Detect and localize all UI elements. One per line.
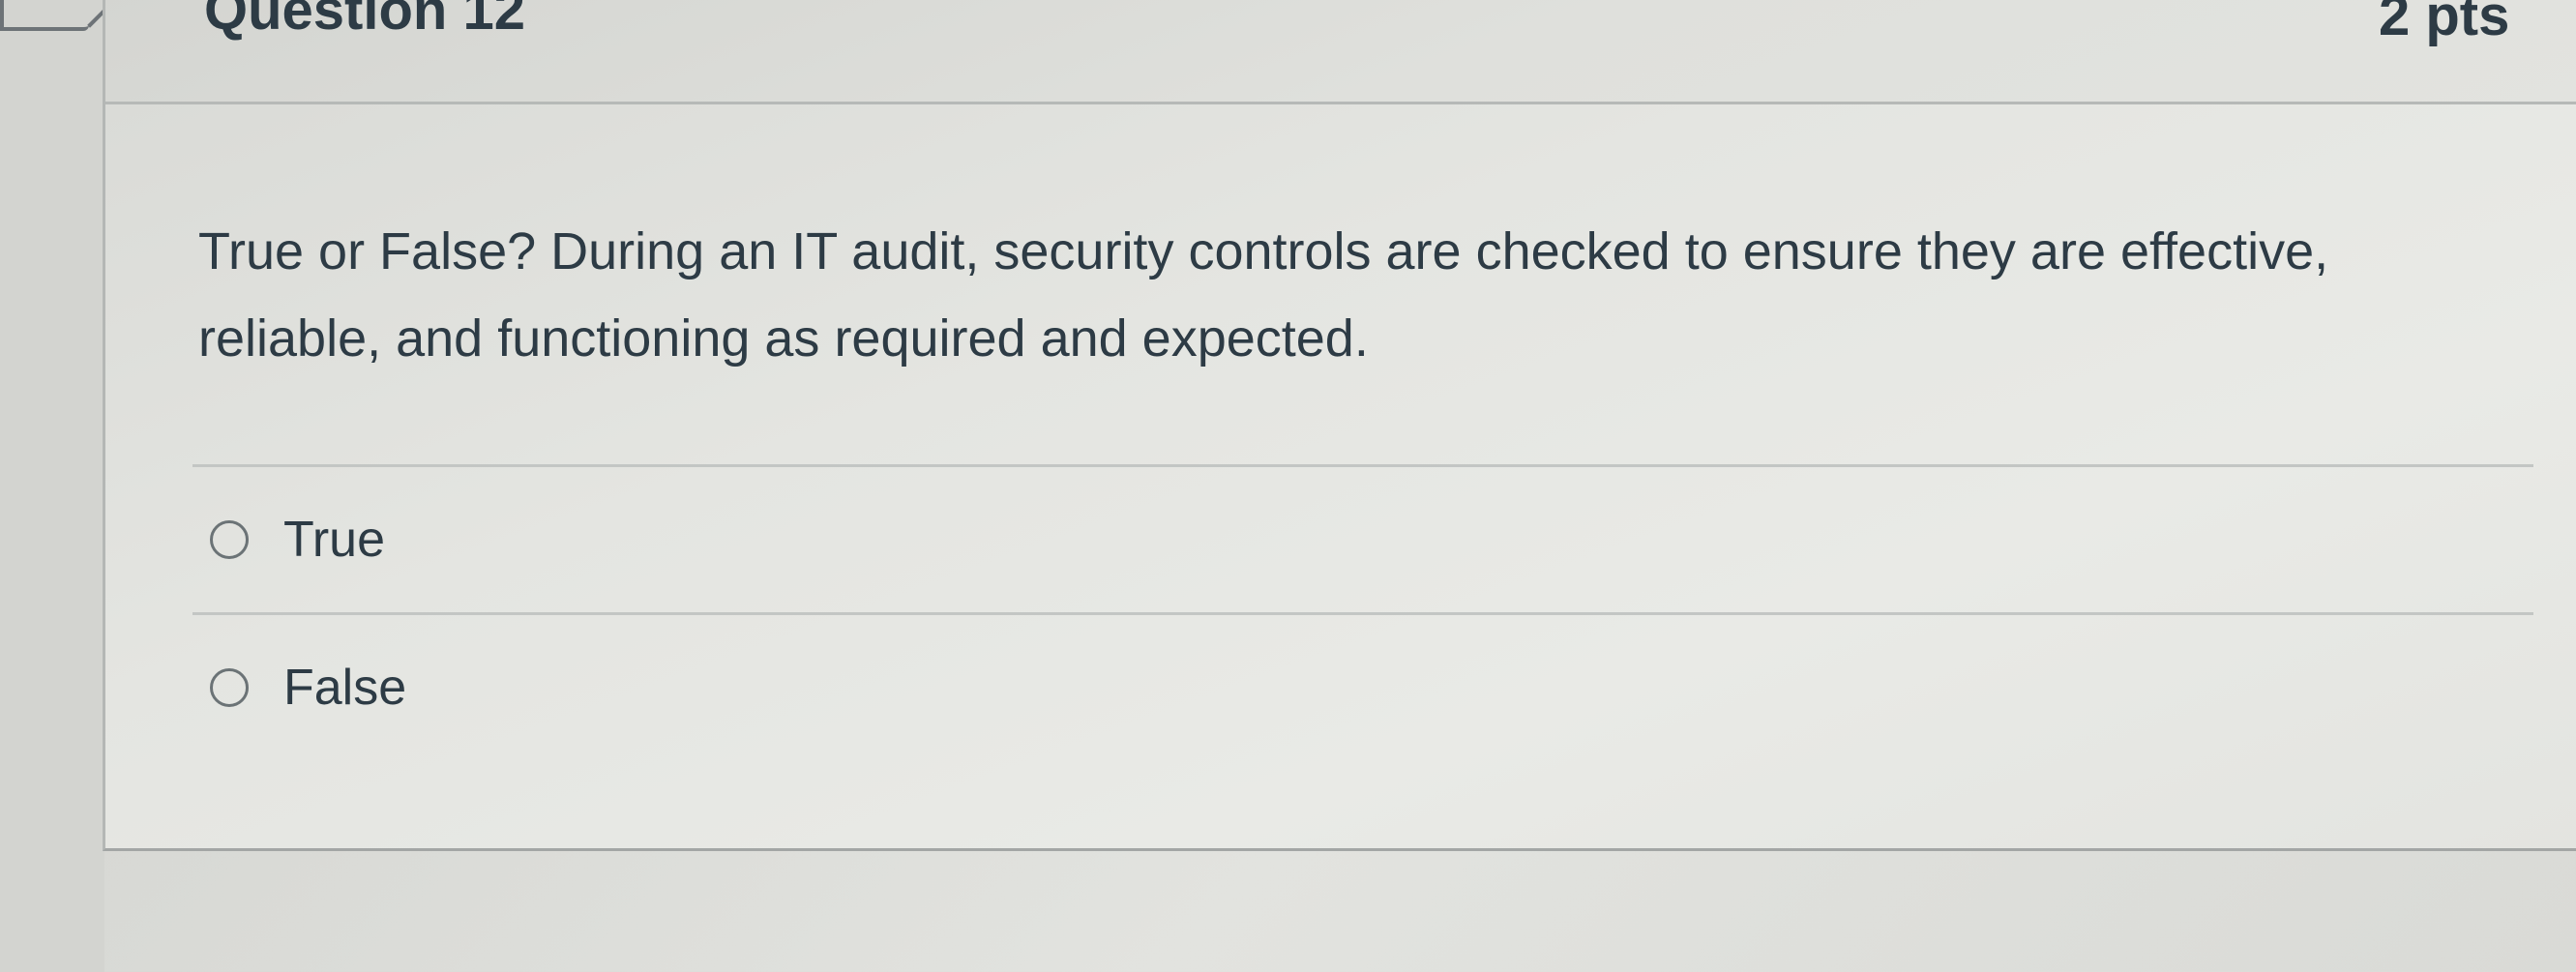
question-text: True or False? During an IT audit, secur… (198, 222, 2329, 368)
question-card: Question 12 2 pts True or False? During … (103, 0, 2576, 851)
question-points: 2 pts (2379, 0, 2510, 47)
quiz-page: Question 12 2 pts True or False? During … (0, 0, 2576, 972)
answer-label-true[interactable]: True (283, 511, 385, 569)
radio-button-false[interactable] (210, 668, 249, 707)
answer-option-false[interactable]: False (192, 615, 2533, 760)
flag-icon[interactable] (0, 0, 89, 31)
question-title: Question 12 (204, 0, 525, 42)
left-gutter (0, 0, 104, 972)
radio-button-true[interactable] (210, 520, 249, 559)
answer-label-false[interactable]: False (283, 659, 406, 717)
answer-list: True False (192, 464, 2533, 760)
answer-option-true[interactable]: True (192, 467, 2533, 612)
question-header: Question 12 2 pts (105, 0, 2576, 104)
